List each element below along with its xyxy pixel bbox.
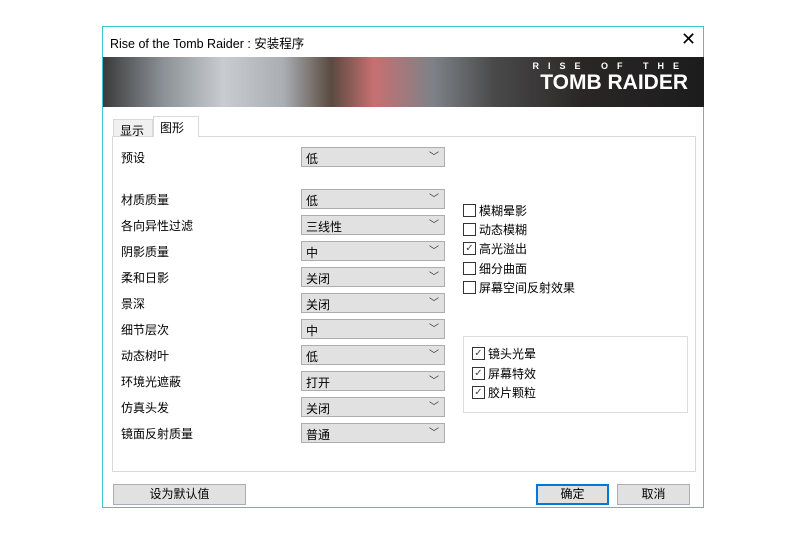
setting-label: 细节层次 — [121, 323, 170, 337]
checkbox-label: 高光溢出 — [479, 242, 528, 256]
checkbox-box[interactable] — [463, 262, 476, 275]
checkbox-box[interactable]: ✓ — [463, 242, 476, 255]
chevron-down-icon: ﹀ — [429, 324, 439, 335]
setting-value: 低 — [306, 350, 319, 364]
chevron-down-icon: ﹀ — [429, 298, 439, 309]
setting-select[interactable]: 低 ﹀ — [301, 189, 445, 209]
checkbox-label: 模糊晕影 — [479, 204, 528, 218]
setting-select[interactable]: 关闭 ﹀ — [301, 293, 445, 313]
effect-checkbox[interactable]: 细分曲面 — [463, 260, 527, 277]
setting-value: 中 — [306, 324, 319, 338]
setting-label: 动态树叶 — [121, 349, 170, 363]
preset-value: 低 — [306, 152, 319, 166]
setting-select[interactable]: 打开 ﹀ — [301, 371, 445, 391]
setting-select[interactable]: 低 ﹀ — [301, 345, 445, 365]
chevron-down-icon: ﹀ — [429, 272, 439, 283]
effect-checkbox[interactable]: 模糊晕影 — [463, 202, 527, 219]
setting-label: 柔和日影 — [121, 271, 170, 285]
logo-line1: RISE OF THE — [532, 61, 688, 71]
preset-label: 预设 — [121, 151, 146, 165]
chevron-down-icon: ﹀ — [429, 428, 439, 439]
checkbox-label: 屏幕空间反射效果 — [479, 281, 576, 295]
setting-select[interactable]: 中 ﹀ — [301, 241, 445, 261]
checkbox-label: 动态模糊 — [479, 223, 528, 237]
checkbox-box[interactable]: ✓ — [472, 386, 485, 399]
preset-select[interactable]: 低 ﹀ — [301, 147, 445, 167]
setting-label: 材质质量 — [121, 193, 170, 207]
checkbox-label: 镜头光晕 — [488, 347, 537, 361]
setting-value: 三线性 — [306, 220, 343, 234]
checkbox-label: 屏幕特效 — [488, 367, 537, 381]
checkbox-box[interactable] — [463, 223, 476, 236]
setting-select[interactable]: 普通 ﹀ — [301, 423, 445, 443]
tab-graphics[interactable]: 图形 — [153, 116, 199, 137]
game-logo: RISE OF THE TOMB RAIDER — [532, 61, 688, 95]
set-default-button[interactable]: 设为默认值 — [113, 484, 246, 505]
post-effect-checkbox[interactable]: ✓ 屏幕特效 — [472, 365, 536, 382]
setting-value: 打开 — [306, 376, 331, 390]
setting-select[interactable]: 关闭 ﹀ — [301, 267, 445, 287]
effect-checkbox[interactable]: 屏幕空间反射效果 — [463, 279, 575, 296]
setting-label: 环境光遮蔽 — [121, 375, 182, 389]
setting-select[interactable]: 三线性 ﹀ — [301, 215, 445, 235]
setting-select[interactable]: 关闭 ﹀ — [301, 397, 445, 417]
tab-display[interactable]: 显示 — [113, 119, 153, 138]
checkbox-box[interactable] — [463, 281, 476, 294]
setting-label: 景深 — [121, 297, 146, 311]
effect-checkbox[interactable]: 动态模糊 — [463, 221, 527, 238]
checkbox-box[interactable] — [463, 204, 476, 217]
post-effect-checkbox[interactable]: ✓ 镜头光晕 — [472, 345, 536, 362]
cancel-button[interactable]: 取消 — [617, 484, 690, 505]
checkbox-box[interactable]: ✓ — [472, 347, 485, 360]
chevron-down-icon: ﹀ — [429, 194, 439, 205]
chevron-down-icon: ﹀ — [429, 350, 439, 361]
setting-value: 关闭 — [306, 272, 331, 286]
chevron-down-icon: ﹀ — [429, 376, 439, 387]
chevron-down-icon: ﹀ — [429, 246, 439, 257]
setting-select[interactable]: 中 ﹀ — [301, 319, 445, 339]
setting-value: 关闭 — [306, 402, 331, 416]
window-title: Rise of the Tomb Raider : 安装程序 — [110, 37, 305, 51]
setting-value: 低 — [306, 194, 319, 208]
setting-value: 普通 — [306, 428, 331, 442]
setting-label: 各向异性过滤 — [121, 219, 194, 233]
setting-value: 关闭 — [306, 298, 331, 312]
post-effect-checkbox[interactable]: ✓ 胶片颗粒 — [472, 384, 536, 401]
checkbox-label: 胶片颗粒 — [488, 386, 537, 400]
close-icon[interactable]: ✕ — [681, 30, 696, 50]
banner-image: RISE OF THE TOMB RAIDER — [103, 57, 704, 107]
chevron-down-icon: ﹀ — [429, 220, 439, 231]
setting-label: 仿真头发 — [121, 401, 170, 415]
setting-label: 镜面反射质量 — [121, 427, 194, 441]
setting-value: 中 — [306, 246, 319, 260]
logo-line2: TOMB RAIDER — [540, 71, 688, 94]
checkbox-box[interactable]: ✓ — [472, 367, 485, 380]
chevron-down-icon: ﹀ — [429, 402, 439, 413]
effect-checkbox[interactable]: ✓ 高光溢出 — [463, 240, 527, 257]
chevron-down-icon: ﹀ — [429, 152, 439, 163]
ok-button[interactable]: 确定 — [536, 484, 609, 505]
checkbox-label: 细分曲面 — [479, 262, 528, 276]
setting-label: 阴影质量 — [121, 245, 170, 259]
